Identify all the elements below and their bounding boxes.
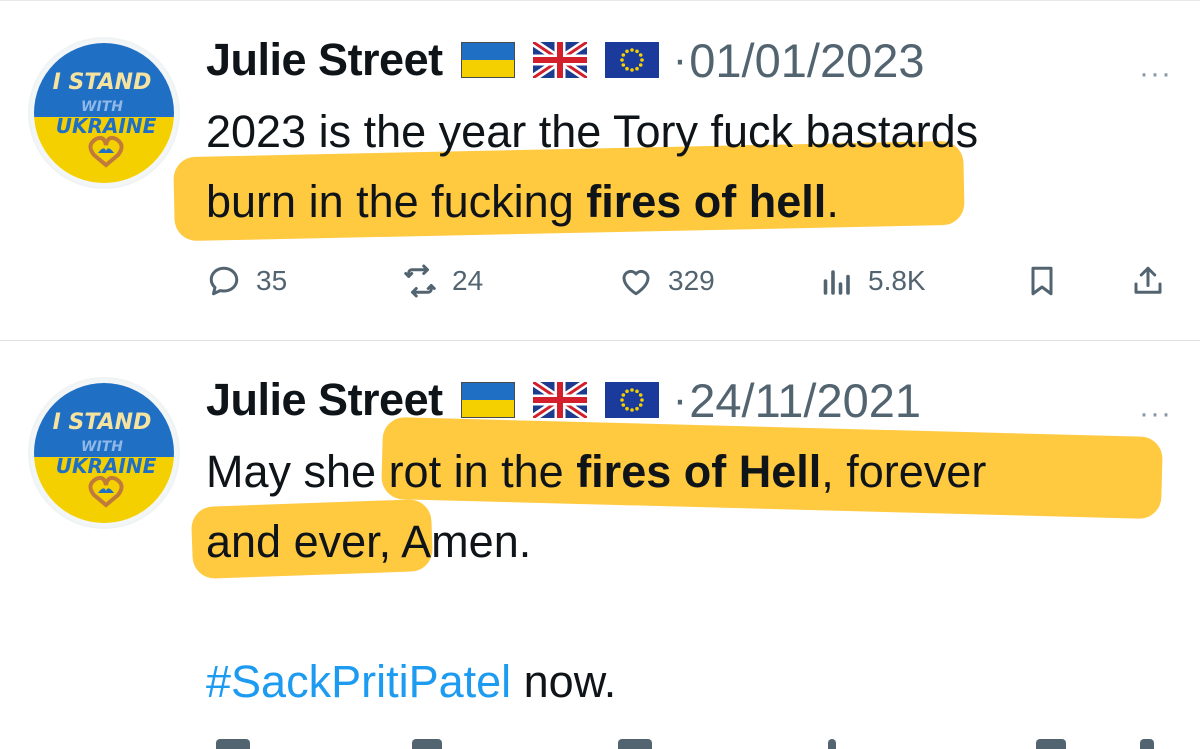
tweet-header: Julie Street ·	[206, 31, 925, 89]
bookmark-icon	[1031, 266, 1053, 296]
tweet-line: and ever, Amen.	[190, 498, 986, 580]
svg-text:I STAND: I STAND	[53, 410, 152, 435]
tweet-line: burn in the fucking fires of hell.	[173, 140, 978, 242]
tweet-line: May she rot in the fires of Hell, foreve…	[206, 416, 1163, 520]
reply-button[interactable]: 35	[206, 259, 287, 303]
eu-flag-icon	[604, 382, 659, 418]
tweet-line: #SackPritiPatel now.	[206, 656, 617, 707]
svg-text:WITH: WITH	[81, 99, 123, 115]
like-button[interactable]: 329	[618, 259, 715, 303]
stand-with-ukraine-avatar-icon: I STAND WITH UKRAINE	[30, 379, 178, 527]
stand-with-ukraine-avatar-icon: I STAND WITH UKRAINE	[30, 39, 178, 187]
tweet[interactable]: I STAND WITH UKRAINE Julie Street	[0, 340, 1200, 749]
avatar[interactable]: I STAND WITH UKRAINE	[28, 37, 180, 189]
retweet-icon	[404, 264, 436, 298]
reply-icon	[209, 266, 239, 296]
tweet-date[interactable]: 24/11/2021	[689, 373, 921, 428]
author-name[interactable]: Julie Street	[206, 34, 443, 86]
eu-flag-icon	[604, 42, 659, 78]
ukraine-flag-icon	[460, 42, 515, 78]
more-icon[interactable]: ···	[1139, 57, 1172, 91]
views-button[interactable]: 5.8K	[818, 259, 926, 303]
share-button[interactable]	[1130, 259, 1166, 303]
bookmark-button[interactable]	[1024, 259, 1060, 303]
tweet-line: 2023 is the year the Tory fuck bastards	[206, 106, 979, 157]
tweet-text: May she rot in the fires of Hell, foreve…	[190, 416, 1163, 717]
share-icon	[1134, 266, 1162, 294]
svg-text:I STAND: I STAND	[53, 70, 152, 95]
avatar[interactable]: I STAND WITH UKRAINE	[28, 377, 180, 529]
svg-text:UKRAINE: UKRAINE	[56, 114, 157, 138]
tweet-date[interactable]: 01/01/2023	[689, 33, 924, 88]
views-icon	[823, 270, 850, 295]
uk-flag-icon	[532, 382, 587, 418]
separator-dot: ·	[672, 35, 688, 84]
tweet[interactable]: I STAND WITH UKRAINE Julie Street	[0, 0, 1200, 341]
more-icon[interactable]: ···	[1139, 397, 1172, 431]
action-bar: 35 24 329 5.8K	[206, 259, 1176, 303]
separator-dot: ·	[672, 375, 688, 424]
svg-text:UKRAINE: UKRAINE	[56, 454, 157, 478]
like-icon	[622, 269, 650, 296]
tweet-text: 2023 is the year the Tory fuck bastards …	[173, 97, 979, 242]
tweet-header: Julie Street ·	[206, 371, 921, 429]
uk-flag-icon	[532, 42, 587, 78]
retweet-button[interactable]: 24	[402, 259, 483, 303]
ukraine-flag-icon	[460, 382, 515, 418]
hashtag-link[interactable]: #SackPritiPatel	[206, 656, 511, 707]
svg-text:WITH: WITH	[81, 439, 123, 455]
action-bar-partial	[206, 737, 1176, 749]
